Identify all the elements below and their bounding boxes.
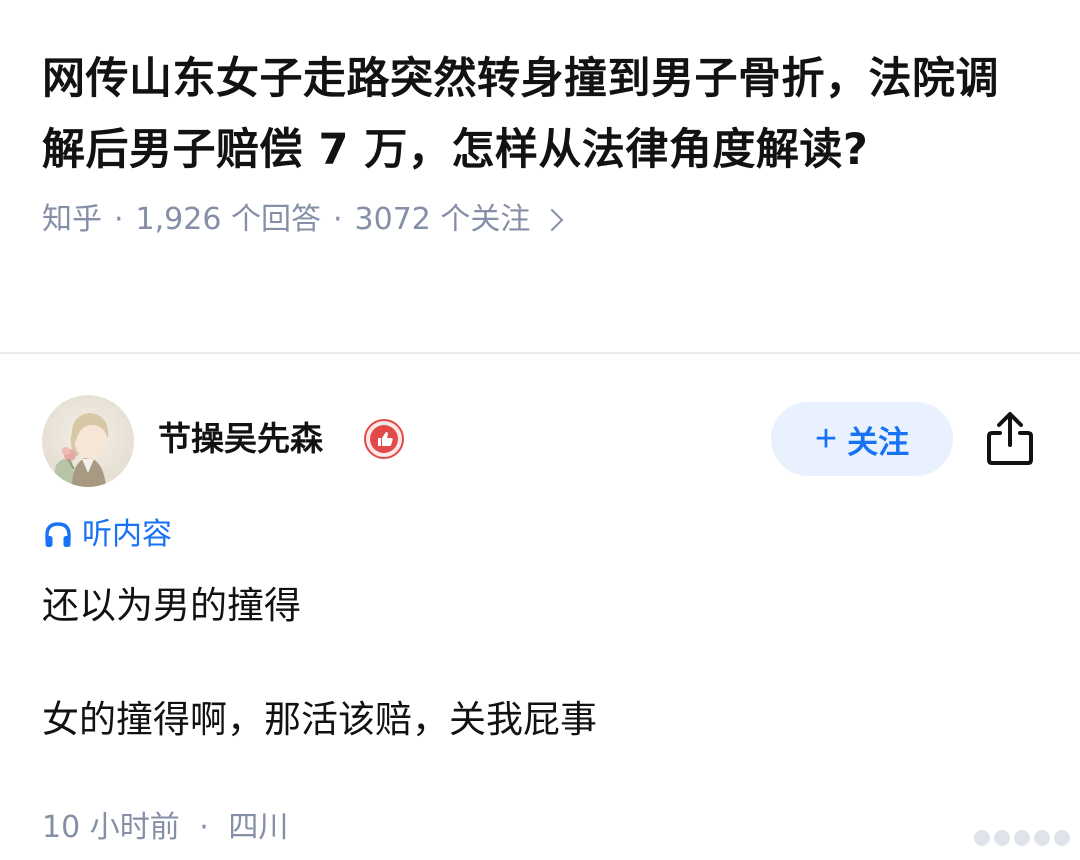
- section-divider: [0, 352, 1080, 354]
- follow-button[interactable]: + 关注: [771, 402, 953, 476]
- avatar-illustration: [42, 395, 134, 487]
- meta-separator: ·: [332, 202, 343, 237]
- plus-icon: +: [814, 418, 838, 460]
- answer-content[interactable]: 还以为男的撞得 女的撞得啊，那活该赔，关我屁事: [42, 578, 1032, 748]
- meta-separator: ·: [199, 810, 209, 845]
- follower-count: 3072 个关注: [354, 202, 531, 237]
- post-location: 四川: [228, 810, 289, 845]
- headphones-icon: [45, 522, 71, 547]
- answer-paragraph: 女的撞得啊，那活该赔，关我屁事: [42, 698, 597, 741]
- share-icon[interactable]: [982, 409, 1038, 467]
- question-meta[interactable]: 知乎 · 1,926 个回答 · 3072 个关注: [42, 200, 1032, 240]
- follow-label: 关注: [847, 424, 910, 460]
- answer-count: 1,926 个回答: [135, 202, 321, 237]
- source-label: 知乎: [42, 202, 102, 237]
- author-row: 节操吴先森 + 关注: [42, 395, 1038, 487]
- question-header: 网传山东女子走路突然转身撞到男子骨折，法院调解后男子赔偿 7 万，怎样从法律角度…: [42, 44, 1032, 240]
- chevron-right-icon: [541, 208, 564, 232]
- answer-meta: 10 小时前 · 四川: [42, 808, 288, 848]
- listen-button[interactable]: 听内容: [42, 515, 172, 555]
- listen-label: 听内容: [82, 517, 172, 552]
- question-title[interactable]: 网传山东女子走路突然转身撞到男子骨折，法院调解后男子赔偿 7 万，怎样从法律角度…: [42, 44, 1032, 186]
- answer-paragraph: 还以为男的撞得: [42, 584, 301, 627]
- watermark-dots: [974, 830, 1070, 846]
- author-name[interactable]: 节操吴先森: [158, 417, 323, 461]
- thumbs-up-badge-icon: [364, 419, 404, 459]
- avatar[interactable]: [42, 395, 134, 487]
- post-time: 10 小时前: [42, 810, 180, 845]
- meta-separator: ·: [114, 202, 124, 237]
